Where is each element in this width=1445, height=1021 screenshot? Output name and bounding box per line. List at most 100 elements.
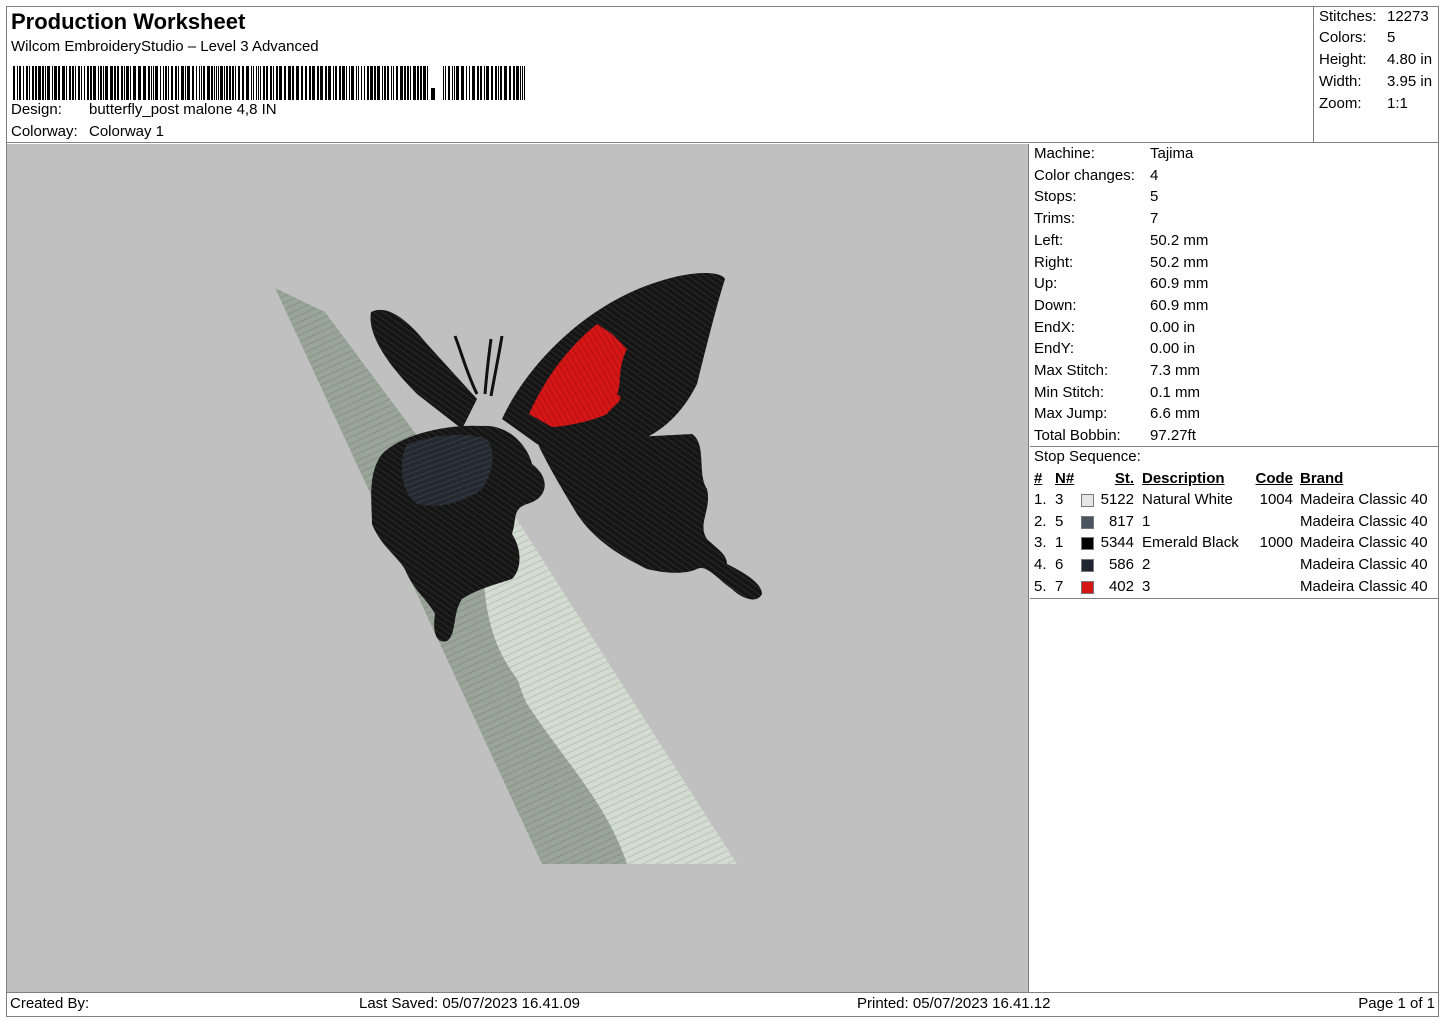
barcode-bar xyxy=(404,66,406,100)
barcode-bar xyxy=(229,66,231,100)
thread-code: 1000 xyxy=(1259,534,1293,552)
barcode-bar xyxy=(312,66,315,100)
thread-description: 2 xyxy=(1142,556,1151,574)
barcode-bar xyxy=(42,66,44,100)
barcode-bar xyxy=(181,66,184,100)
machine-info-value: 50.2 mm xyxy=(1150,253,1209,271)
barcode-bar xyxy=(292,66,294,100)
stop-num: 3. xyxy=(1034,534,1047,552)
barcode-bar xyxy=(218,66,219,100)
machine-info-label: Stops: xyxy=(1034,188,1077,206)
stitch-count: 586 xyxy=(1108,556,1134,574)
barcode-bar xyxy=(163,66,164,100)
machine-info-row: EndX: 0.00 in xyxy=(1034,319,1195,336)
barcode-bar xyxy=(175,66,177,100)
barcode-bar xyxy=(346,66,347,100)
barcode-bar xyxy=(133,66,136,100)
butterfly-right-hindwing xyxy=(537,434,762,600)
barcode-bar xyxy=(242,66,244,100)
machine-info-value: 60.9 mm xyxy=(1150,296,1209,314)
thread-description: 3 xyxy=(1142,577,1151,595)
barcode-bar xyxy=(103,66,104,100)
barcode-bar xyxy=(81,66,82,100)
col-header-n: N# xyxy=(1055,470,1075,487)
barcode-bar xyxy=(377,66,380,100)
barcode-bar xyxy=(26,66,28,100)
machine-info-label: Min Stitch: xyxy=(1034,383,1105,401)
barcode-bar xyxy=(17,66,18,100)
page-number: Page 1 of 1 xyxy=(1358,995,1435,1012)
barcode-bar xyxy=(276,66,278,100)
barcode-bar xyxy=(38,66,41,100)
barcode-bar xyxy=(19,66,21,100)
barcode-bar xyxy=(211,66,213,100)
barcode-bar xyxy=(443,66,444,100)
barcode-bar xyxy=(325,66,327,100)
barcode-bar xyxy=(201,66,202,100)
barcode-bar xyxy=(226,66,228,100)
barcode-bar xyxy=(100,66,102,100)
barcode-bar xyxy=(309,66,311,100)
col-header-description: Description xyxy=(1142,470,1225,487)
stitch-count: 402 xyxy=(1108,577,1134,595)
barcode-bar xyxy=(251,66,252,100)
barcode xyxy=(13,66,525,100)
col-header-code: Code xyxy=(1255,470,1294,487)
barcode-bar xyxy=(93,66,96,100)
barcode-bar xyxy=(400,66,403,100)
barcode-bar xyxy=(47,66,50,100)
barcode-bar xyxy=(192,66,194,100)
thread-description: 1 xyxy=(1142,512,1151,530)
stitch-count: 5122 xyxy=(1100,491,1134,508)
barcode-bar xyxy=(124,66,125,100)
barcode-bar xyxy=(413,66,416,100)
stop-sequence-row: 5. 7 402 3 Madeira Classic 40 xyxy=(1030,578,1439,599)
barcode-bar xyxy=(495,66,497,100)
barcode-bar xyxy=(370,66,373,100)
barcode-bar xyxy=(207,66,210,100)
barcode-bar xyxy=(423,66,426,100)
machine-info-row: Max Stitch: 7.3 mm xyxy=(1034,362,1200,379)
embroidery-preview-image xyxy=(275,273,762,864)
barcode-bar xyxy=(469,66,470,100)
machine-info-label: Right: xyxy=(1034,253,1074,271)
software-subtitle: Wilcom EmbroideryStudio – Level 3 Advanc… xyxy=(11,38,319,55)
barcode-bar xyxy=(260,66,261,100)
barcode-bar xyxy=(484,66,485,100)
machine-info-value: 6.6 mm xyxy=(1150,405,1201,423)
barcode-bar xyxy=(445,66,446,100)
barcode-bar xyxy=(391,66,392,100)
stop-sequence-row: 1. 3 5122 Natural White 1004 Madeira Classic … xyxy=(1030,491,1439,512)
barcode-bar xyxy=(13,66,15,100)
barcode-bar xyxy=(110,66,113,100)
colorway-value: Colorway 1 xyxy=(89,123,165,140)
barcode-bar xyxy=(328,66,331,100)
barcode-bar xyxy=(374,66,376,100)
page-title: Production Worksheet xyxy=(11,9,246,34)
machine-info-label: Max Jump: xyxy=(1034,405,1108,423)
machine-info-value: 60.9 mm xyxy=(1150,275,1209,293)
thread-description: Emerald Black xyxy=(1142,534,1239,552)
summary-colors: Colors: 5 xyxy=(1319,29,1396,46)
col-header-num: # xyxy=(1034,470,1043,487)
barcode-bar xyxy=(513,66,515,100)
machine-info-row: Stops: 5 xyxy=(1034,188,1158,205)
barcode-bar xyxy=(138,66,141,100)
summary-stitches: Stitches: 12273 xyxy=(1319,8,1429,25)
barcode-bar xyxy=(23,66,24,100)
design-row: Design: butterfly_post malone 4,8 IN xyxy=(11,101,277,118)
barcode-bar xyxy=(452,66,453,100)
thread-color-swatch xyxy=(1081,559,1094,573)
barcode-bar xyxy=(333,66,334,100)
stop-num: 5. xyxy=(1034,577,1047,595)
barcode-bar xyxy=(216,66,217,100)
barcode-bar xyxy=(168,66,169,100)
barcode-bar xyxy=(98,66,99,100)
barcode-bar xyxy=(320,66,323,100)
barcode-bar xyxy=(509,66,511,100)
barcode-bar xyxy=(78,66,80,100)
barcode-bar xyxy=(75,66,76,100)
thread-brand: Madeira Classic 40 xyxy=(1300,577,1428,595)
barcode-bar xyxy=(516,66,519,100)
barcode-bar xyxy=(358,66,359,100)
